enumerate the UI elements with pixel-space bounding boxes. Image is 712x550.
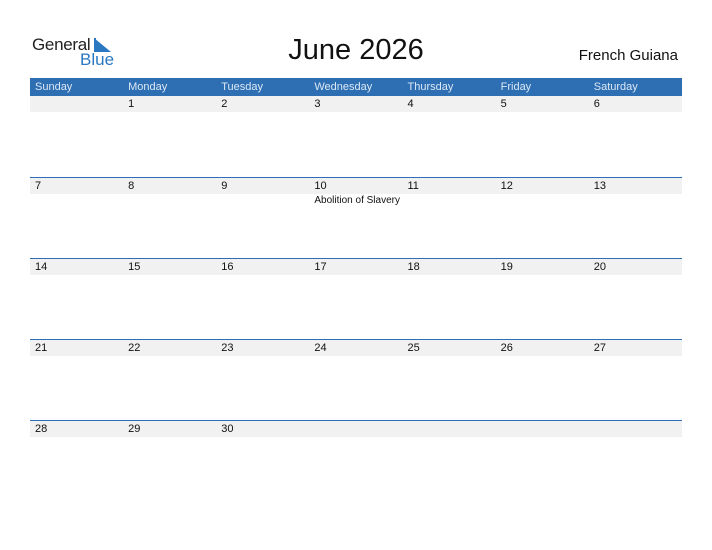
day-number: 27 [593, 342, 606, 354]
day-number: 9 [221, 180, 228, 192]
day-number: 6 [593, 98, 600, 110]
weekday-header: Sunday Monday Tuesday Wednesday Thursday… [30, 78, 682, 96]
holiday-event [589, 194, 682, 208]
weekday-wednesday: Wednesday [314, 81, 373, 93]
weekday-thursday: Thursday [407, 81, 454, 93]
day-number: 30 [221, 423, 234, 435]
day-number [403, 421, 496, 437]
country-label: French Guiana [578, 47, 678, 64]
day-number: 8 [128, 180, 135, 192]
day-number: 20 [593, 261, 606, 273]
day-number: 22 [128, 342, 141, 354]
day-number [309, 421, 402, 437]
holiday-event [403, 194, 496, 208]
week-row: 21 22 23 24 25 26 27 [30, 339, 682, 420]
day-number: 29 [128, 423, 141, 435]
day-number: 19 [500, 261, 513, 273]
day-number: 18 [407, 261, 420, 273]
day-number: 11 [407, 180, 419, 192]
holiday-event [496, 194, 589, 208]
day-number: 21 [35, 342, 48, 354]
date-strip: 14 15 16 17 18 19 20 [30, 259, 682, 275]
events-row: Abolition of Slavery [30, 194, 682, 208]
day-number: 4 [407, 98, 414, 110]
date-strip: 7 8 9 10 11 12 13 [30, 178, 682, 194]
holiday-event [30, 194, 123, 208]
weekday-friday: Friday [500, 81, 532, 93]
weekday-saturday: Saturday [593, 81, 638, 93]
day-number: 26 [500, 342, 513, 354]
week-row: 7 8 9 10 11 12 13 Abolition of Slavery [30, 177, 682, 258]
day-number: 23 [221, 342, 234, 354]
day-number: 10 [314, 180, 327, 192]
day-number [589, 421, 682, 437]
date-strip: 28 29 30 [30, 421, 682, 437]
holiday-event [123, 194, 216, 208]
day-number: 7 [35, 180, 42, 192]
day-number [496, 421, 589, 437]
day-number: 15 [128, 261, 141, 273]
day-number: 14 [35, 261, 48, 273]
weekday-monday: Monday [128, 81, 168, 93]
weekday-sunday: Sunday [35, 81, 73, 93]
day-number: 25 [407, 342, 420, 354]
week-row: 28 29 30 [30, 420, 682, 501]
calendar-grid: Sunday Monday Tuesday Wednesday Thursday… [30, 78, 682, 501]
day-number [30, 96, 123, 112]
day-number: 16 [221, 261, 234, 273]
day-number: 13 [593, 180, 606, 192]
week-row: 1 2 3 4 5 6 [30, 96, 682, 177]
day-number: 2 [221, 98, 228, 110]
day-number: 1 [128, 98, 135, 110]
weekday-tuesday: Tuesday [221, 81, 264, 93]
date-strip: 1 2 3 4 5 6 [30, 96, 682, 112]
date-strip: 21 22 23 24 25 26 27 [30, 340, 682, 356]
day-number: 5 [500, 98, 507, 110]
day-number: 12 [500, 180, 513, 192]
day-number: 3 [314, 98, 321, 110]
day-number: 28 [35, 423, 48, 435]
day-number: 24 [314, 342, 327, 354]
holiday-event: Abolition of Slavery [314, 195, 400, 206]
week-row: 14 15 16 17 18 19 20 [30, 258, 682, 339]
holiday-event [216, 194, 309, 208]
day-number: 17 [314, 261, 327, 273]
